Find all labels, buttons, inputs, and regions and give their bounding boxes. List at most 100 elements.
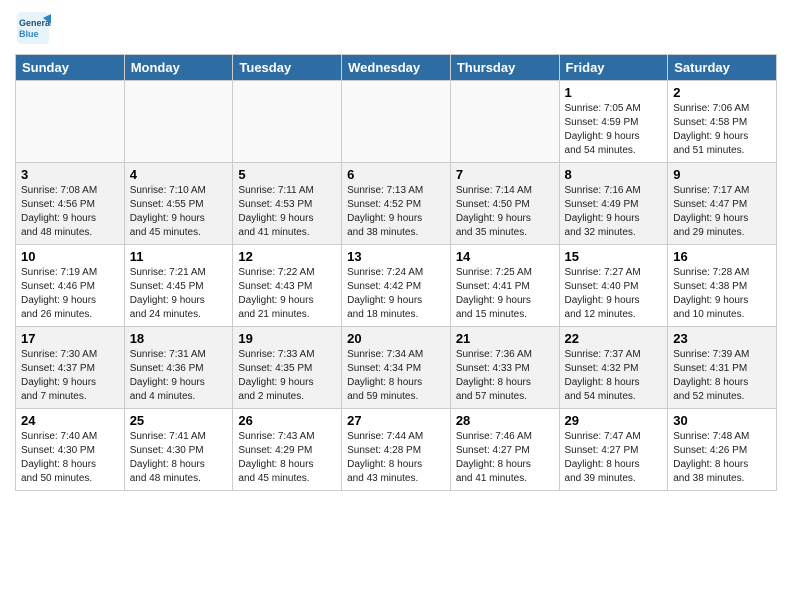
day-number: 18 [130, 331, 228, 346]
day-info: Sunrise: 7:25 AM Sunset: 4:41 PM Dayligh… [456, 266, 554, 322]
day-info: Sunrise: 7:39 AM Sunset: 4:31 PM Dayligh… [673, 348, 771, 404]
weekday-header: SundayMondayTuesdayWednesdayThursdayFrid… [16, 55, 777, 81]
calendar-cell: 7 Sunrise: 7:14 AM Sunset: 4:50 PM Daylig… [450, 163, 559, 245]
weekday-header-sunday: Sunday [16, 55, 125, 81]
day-number: 15 [565, 249, 663, 264]
calendar-cell [450, 81, 559, 163]
weekday-header-saturday: Saturday [668, 55, 777, 81]
calendar-cell: 14 Sunrise: 7:25 AM Sunset: 4:41 PM Dayli… [450, 245, 559, 327]
day-number: 3 [21, 167, 119, 182]
day-info: Sunrise: 7:06 AM Sunset: 4:58 PM Dayligh… [673, 102, 771, 158]
day-number: 9 [673, 167, 771, 182]
day-number: 28 [456, 413, 554, 428]
logo-icon: General Blue [15, 10, 51, 46]
day-info: Sunrise: 7:05 AM Sunset: 4:59 PM Dayligh… [565, 102, 663, 158]
weekday-header-monday: Monday [124, 55, 233, 81]
calendar-cell: 2 Sunrise: 7:06 AM Sunset: 4:58 PM Daylig… [668, 81, 777, 163]
day-number: 5 [238, 167, 336, 182]
day-info: Sunrise: 7:34 AM Sunset: 4:34 PM Dayligh… [347, 348, 445, 404]
day-info: Sunrise: 7:27 AM Sunset: 4:40 PM Dayligh… [565, 266, 663, 322]
weekday-header-tuesday: Tuesday [233, 55, 342, 81]
calendar-cell: 19Sunrise: 7:33 AM Sunset: 4:35 PM Dayli… [233, 327, 342, 409]
day-number: 13 [347, 249, 445, 264]
calendar-cell: 18 Sunrise: 7:31 AM Sunset: 4:36 PM Dayli… [124, 327, 233, 409]
calendar-cell: 16 Sunrise: 7:28 AM Sunset: 4:38 PM Dayli… [668, 245, 777, 327]
day-info: Sunrise: 7:10 AM Sunset: 4:55 PM Dayligh… [130, 184, 228, 240]
page-container: General Blue SundayMondayTuesdayWednesda… [0, 0, 792, 501]
day-number: 7 [456, 167, 554, 182]
calendar-cell: 1Sunrise: 7:05 AM Sunset: 4:59 PM Daylig… [559, 81, 668, 163]
day-number: 24 [21, 413, 119, 428]
day-info: Sunrise: 7:16 AM Sunset: 4:49 PM Dayligh… [565, 184, 663, 240]
day-number: 27 [347, 413, 445, 428]
day-number: 6 [347, 167, 445, 182]
day-number: 11 [130, 249, 228, 264]
calendar-cell: 11Sunrise: 7:21 AM Sunset: 4:45 PM Dayli… [124, 245, 233, 327]
week-row-2: 3Sunrise: 7:08 AM Sunset: 4:56 PM Daylig… [16, 163, 777, 245]
day-number: 12 [238, 249, 336, 264]
day-info: Sunrise: 7:40 AM Sunset: 4:30 PM Dayligh… [21, 430, 119, 486]
day-info: Sunrise: 7:24 AM Sunset: 4:42 PM Dayligh… [347, 266, 445, 322]
day-number: 8 [565, 167, 663, 182]
calendar-cell: 25 Sunrise: 7:41 AM Sunset: 4:30 PM Dayli… [124, 409, 233, 491]
day-info: Sunrise: 7:36 AM Sunset: 4:33 PM Dayligh… [456, 348, 554, 404]
day-info: Sunrise: 7:43 AM Sunset: 4:29 PM Dayligh… [238, 430, 336, 486]
weekday-header-thursday: Thursday [450, 55, 559, 81]
day-info: Sunrise: 7:46 AM Sunset: 4:27 PM Dayligh… [456, 430, 554, 486]
calendar-cell [233, 81, 342, 163]
day-info: Sunrise: 7:13 AM Sunset: 4:52 PM Dayligh… [347, 184, 445, 240]
day-info: Sunrise: 7:11 AM Sunset: 4:53 PM Dayligh… [238, 184, 336, 240]
calendar-cell [124, 81, 233, 163]
calendar-cell: 6 Sunrise: 7:13 AM Sunset: 4:52 PM Daylig… [342, 163, 451, 245]
day-number: 2 [673, 85, 771, 100]
day-number: 14 [456, 249, 554, 264]
week-row-3: 10 Sunrise: 7:19 AM Sunset: 4:46 PM Dayli… [16, 245, 777, 327]
day-info: Sunrise: 7:30 AM Sunset: 4:37 PM Dayligh… [21, 348, 119, 404]
logo: General Blue [15, 10, 55, 46]
day-number: 29 [565, 413, 663, 428]
day-info: Sunrise: 7:22 AM Sunset: 4:43 PM Dayligh… [238, 266, 336, 322]
day-info: Sunrise: 7:47 AM Sunset: 4:27 PM Dayligh… [565, 430, 663, 486]
day-number: 23 [673, 331, 771, 346]
svg-text:Blue: Blue [19, 29, 39, 39]
day-info: Sunrise: 7:44 AM Sunset: 4:28 PM Dayligh… [347, 430, 445, 486]
week-row-4: 17 Sunrise: 7:30 AM Sunset: 4:37 PM Dayli… [16, 327, 777, 409]
day-info: Sunrise: 7:37 AM Sunset: 4:32 PM Dayligh… [565, 348, 663, 404]
calendar-cell: 27 Sunrise: 7:44 AM Sunset: 4:28 PM Dayli… [342, 409, 451, 491]
calendar-cell: 8 Sunrise: 7:16 AM Sunset: 4:49 PM Daylig… [559, 163, 668, 245]
header: General Blue [15, 10, 777, 46]
calendar-cell: 3Sunrise: 7:08 AM Sunset: 4:56 PM Daylig… [16, 163, 125, 245]
day-number: 20 [347, 331, 445, 346]
calendar-cell: 22Sunrise: 7:37 AM Sunset: 4:32 PM Dayli… [559, 327, 668, 409]
day-info: Sunrise: 7:19 AM Sunset: 4:46 PM Dayligh… [21, 266, 119, 322]
calendar-body: 1Sunrise: 7:05 AM Sunset: 4:59 PM Daylig… [16, 81, 777, 491]
day-info: Sunrise: 7:14 AM Sunset: 4:50 PM Dayligh… [456, 184, 554, 240]
day-number: 17 [21, 331, 119, 346]
calendar-cell: 30 Sunrise: 7:48 AM Sunset: 4:26 PM Dayli… [668, 409, 777, 491]
calendar-cell: 12 Sunrise: 7:22 AM Sunset: 4:43 PM Dayli… [233, 245, 342, 327]
day-number: 30 [673, 413, 771, 428]
calendar-cell: 15 Sunrise: 7:27 AM Sunset: 4:40 PM Dayli… [559, 245, 668, 327]
calendar-cell: 13 Sunrise: 7:24 AM Sunset: 4:42 PM Dayli… [342, 245, 451, 327]
calendar: SundayMondayTuesdayWednesdayThursdayFrid… [15, 54, 777, 491]
day-info: Sunrise: 7:28 AM Sunset: 4:38 PM Dayligh… [673, 266, 771, 322]
calendar-cell: 26 Sunrise: 7:43 AM Sunset: 4:29 PM Dayli… [233, 409, 342, 491]
day-number: 25 [130, 413, 228, 428]
day-number: 16 [673, 249, 771, 264]
weekday-header-wednesday: Wednesday [342, 55, 451, 81]
calendar-cell: 5 Sunrise: 7:11 AM Sunset: 4:53 PM Daylig… [233, 163, 342, 245]
day-number: 10 [21, 249, 119, 264]
day-info: Sunrise: 7:48 AM Sunset: 4:26 PM Dayligh… [673, 430, 771, 486]
calendar-cell: 20 Sunrise: 7:34 AM Sunset: 4:34 PM Dayli… [342, 327, 451, 409]
calendar-cell [342, 81, 451, 163]
day-info: Sunrise: 7:31 AM Sunset: 4:36 PM Dayligh… [130, 348, 228, 404]
calendar-cell: 23 Sunrise: 7:39 AM Sunset: 4:31 PM Dayli… [668, 327, 777, 409]
day-number: 26 [238, 413, 336, 428]
calendar-cell: 17 Sunrise: 7:30 AM Sunset: 4:37 PM Dayli… [16, 327, 125, 409]
day-info: Sunrise: 7:41 AM Sunset: 4:30 PM Dayligh… [130, 430, 228, 486]
calendar-cell: 10 Sunrise: 7:19 AM Sunset: 4:46 PM Dayli… [16, 245, 125, 327]
week-row-1: 1Sunrise: 7:05 AM Sunset: 4:59 PM Daylig… [16, 81, 777, 163]
day-number: 4 [130, 167, 228, 182]
calendar-cell: 28 Sunrise: 7:46 AM Sunset: 4:27 PM Dayli… [450, 409, 559, 491]
calendar-cell: 9Sunrise: 7:17 AM Sunset: 4:47 PM Daylig… [668, 163, 777, 245]
